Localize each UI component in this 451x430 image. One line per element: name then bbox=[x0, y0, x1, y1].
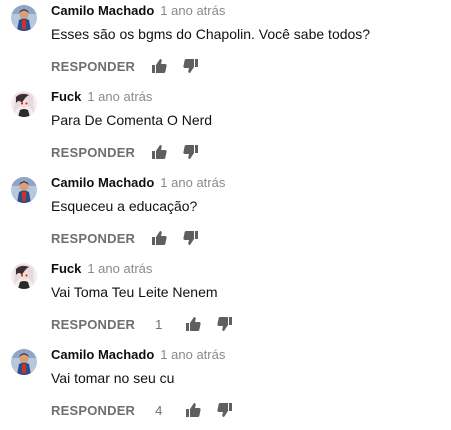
comment-header: Fuck 1 ano atrás bbox=[51, 89, 152, 105]
comment-header: Fuck 1 ano atrás bbox=[51, 261, 152, 277]
thumbs-up-icon[interactable] bbox=[151, 230, 167, 246]
thumbs-up-icon[interactable] bbox=[185, 402, 201, 418]
thumbs-up-icon[interactable] bbox=[151, 144, 167, 160]
avatar-fuck-image bbox=[11, 91, 37, 117]
avatar[interactable] bbox=[11, 177, 37, 203]
avatar[interactable] bbox=[11, 91, 37, 117]
reply-button[interactable]: RESPONDER bbox=[51, 317, 135, 332]
author-name[interactable]: Fuck bbox=[51, 89, 81, 104]
comment-actions: RESPONDER 4 bbox=[51, 401, 233, 419]
like-count: 4 bbox=[155, 402, 163, 418]
avatar[interactable] bbox=[11, 263, 37, 289]
thumbs-up-icon[interactable] bbox=[151, 58, 167, 74]
reply-button[interactable]: RESPONDER bbox=[51, 403, 135, 418]
avatar[interactable] bbox=[11, 5, 37, 31]
comment-header: Camilo Machado 1 ano atrás bbox=[51, 175, 225, 191]
thumbs-up-icon[interactable] bbox=[185, 316, 201, 332]
comment-text: Para De Comenta O Nerd bbox=[51, 112, 213, 128]
comment-header: Camilo Machado 1 ano atrás bbox=[51, 347, 225, 363]
avatar-fuck-image bbox=[11, 263, 37, 289]
avatar[interactable] bbox=[11, 349, 37, 375]
avatar-camilo-image bbox=[11, 349, 37, 375]
comment: Camilo Machado 1 ano atrás Vai tomar no s… bbox=[0, 344, 451, 430]
reply-button[interactable]: RESPONDER bbox=[51, 231, 135, 246]
comment-text: Vai Toma Teu Leite Nenem bbox=[51, 284, 218, 300]
like-count: 1 bbox=[155, 316, 163, 332]
author-name[interactable]: Camilo Machado bbox=[51, 347, 154, 362]
comment: Fuck 1 ano atrás Vai Toma Teu Leite Nenem… bbox=[0, 258, 451, 344]
comment-time[interactable]: 1 ano atrás bbox=[87, 261, 152, 276]
comment-actions: RESPONDER 1 bbox=[51, 315, 233, 333]
comment: Fuck 1 ano atrás Para De Comenta O Nerd R… bbox=[0, 86, 451, 172]
reply-button[interactable]: RESPONDER bbox=[51, 59, 135, 74]
reply-button[interactable]: RESPONDER bbox=[51, 145, 135, 160]
comment-text: Vai tomar no seu cu bbox=[51, 370, 175, 386]
avatar-camilo-image bbox=[11, 5, 37, 31]
comment-time[interactable]: 1 ano atrás bbox=[87, 89, 152, 104]
comment-time[interactable]: 1 ano atrás bbox=[160, 3, 225, 18]
comment: Camilo Machado 1 ano atrás Esses são os b… bbox=[0, 0, 451, 86]
comment-time[interactable]: 1 ano atrás bbox=[160, 347, 225, 362]
author-name[interactable]: Camilo Machado bbox=[51, 3, 154, 18]
comment-header: Camilo Machado 1 ano atrás bbox=[51, 3, 225, 19]
comment-text: Esqueceu a educação? bbox=[51, 198, 198, 214]
author-name[interactable]: Fuck bbox=[51, 261, 81, 276]
avatar-camilo-image bbox=[11, 177, 37, 203]
comment-actions: RESPONDER bbox=[51, 143, 199, 161]
thumbs-down-icon[interactable] bbox=[217, 402, 233, 418]
comment-time[interactable]: 1 ano atrás bbox=[160, 175, 225, 190]
thumbs-down-icon[interactable] bbox=[217, 316, 233, 332]
author-name[interactable]: Camilo Machado bbox=[51, 175, 154, 190]
comment: Camilo Machado 1 ano atrás Esqueceu a edu… bbox=[0, 172, 451, 258]
comment-text: Esses são os bgms do Chapolin. Você sabe… bbox=[51, 26, 371, 42]
comment-actions: RESPONDER bbox=[51, 57, 199, 75]
thumbs-down-icon[interactable] bbox=[183, 230, 199, 246]
thumbs-down-icon[interactable] bbox=[183, 144, 199, 160]
comment-actions: RESPONDER bbox=[51, 229, 199, 247]
thumbs-down-icon[interactable] bbox=[183, 58, 199, 74]
